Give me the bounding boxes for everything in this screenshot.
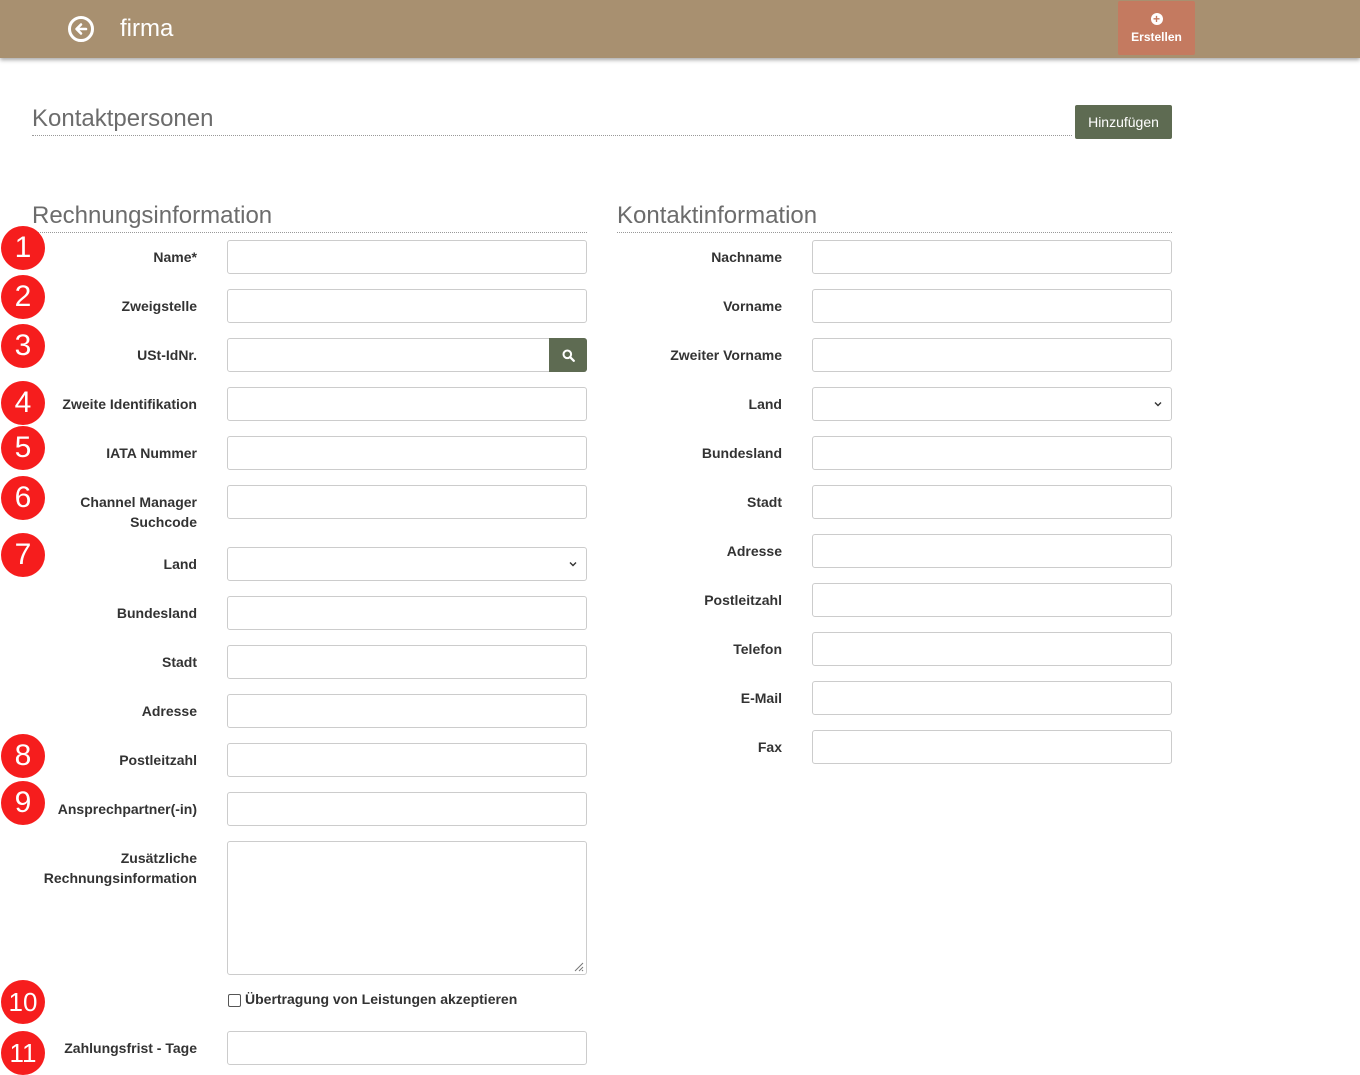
- annotation-marker: 3: [1, 324, 45, 368]
- middle-name-label: Zweiter Vorname: [670, 347, 782, 363]
- email-label: E-Mail: [740, 690, 782, 706]
- channel-manager-label-line1: Channel Manager: [80, 494, 197, 510]
- payment-terms-input[interactable]: [227, 1031, 587, 1065]
- billing-section-title: Rechnungsinformation: [32, 202, 587, 233]
- annotation-marker: 8: [1, 734, 45, 778]
- additional-info-textarea[interactable]: [227, 841, 587, 975]
- additional-info-label-line2: Rechnungsinformation: [43, 870, 197, 886]
- channel-manager-input[interactable]: [227, 485, 587, 519]
- second-id-input[interactable]: [227, 387, 587, 421]
- payment-terms-label: Zahlungsfrist - Tage: [64, 1040, 197, 1056]
- second-id-label: Zweite Identifikation: [62, 396, 197, 412]
- iata-label: IATA Nummer: [106, 445, 197, 461]
- contact-address-input[interactable]: [812, 534, 1172, 568]
- vat-id-label: USt-IdNr.: [137, 347, 197, 363]
- first-name-label: Vorname: [723, 298, 782, 314]
- annotation-marker: 6: [1, 476, 45, 520]
- top-bar: firma + Erstellen: [0, 0, 1360, 58]
- last-name-label: Nachname: [711, 249, 782, 265]
- search-icon: [562, 349, 575, 362]
- contact-person-input[interactable]: [227, 792, 587, 826]
- contact-zip-input[interactable]: [812, 583, 1172, 617]
- middle-name-input[interactable]: [812, 338, 1172, 372]
- billing-zip-label: Postleitzahl: [119, 752, 197, 768]
- billing-state-input[interactable]: [227, 596, 587, 630]
- create-button-label: Erstellen: [1131, 29, 1182, 44]
- billing-country-label: Land: [163, 556, 197, 572]
- billing-country-select[interactable]: [227, 547, 587, 581]
- contact-zip-label: Postleitzahl: [704, 592, 782, 608]
- contact-city-label: Stadt: [747, 494, 782, 510]
- plus-circle-icon: +: [1150, 12, 1163, 25]
- chevron-down-icon: [569, 562, 577, 567]
- annotation-marker: 7: [1, 533, 45, 577]
- channel-manager-label: Channel Manager Suchcode: [80, 492, 197, 532]
- first-name-input[interactable]: [812, 289, 1172, 323]
- phone-label: Telefon: [733, 641, 782, 657]
- name-input[interactable]: [227, 240, 587, 274]
- iata-input[interactable]: [227, 436, 587, 470]
- search-button[interactable]: [549, 338, 587, 372]
- chevron-down-icon: [1154, 402, 1162, 407]
- contact-country-select[interactable]: [812, 387, 1172, 421]
- annotation-marker: 5: [1, 426, 45, 470]
- additional-info-label: Zusätzliche Rechnungsinformation: [44, 848, 197, 888]
- create-button[interactable]: + Erstellen: [1118, 1, 1195, 55]
- annotation-marker: 4: [1, 381, 45, 425]
- billing-state-label: Bundesland: [116, 605, 197, 621]
- additional-info-label-line1: Zusätzliche: [120, 850, 197, 866]
- billing-address-label: Adresse: [141, 703, 197, 719]
- annotation-marker: 2: [1, 275, 45, 319]
- accept-transfer-label[interactable]: Übertragung von Leistungen akzeptieren: [245, 991, 517, 1007]
- contacts-section-title: Kontaktpersonen: [32, 105, 1072, 136]
- contact-city-input[interactable]: [812, 485, 1172, 519]
- page-title: firma: [120, 15, 174, 42]
- add-contact-button[interactable]: Hinzufügen: [1075, 105, 1172, 139]
- back-arrow-icon[interactable]: [68, 16, 94, 42]
- contact-person-label: Ansprechpartner(-in): [57, 801, 197, 817]
- contact-address-label: Adresse: [726, 543, 782, 559]
- fax-label: Fax: [757, 739, 782, 755]
- billing-city-label: Stadt: [162, 654, 197, 670]
- contact-country-label: Land: [748, 396, 782, 412]
- billing-address-input[interactable]: [227, 694, 587, 728]
- phone-input[interactable]: [812, 632, 1172, 666]
- annotation-marker: 9: [1, 781, 45, 825]
- contact-state-label: Bundesland: [701, 445, 782, 461]
- annotation-marker: 11: [1, 1031, 45, 1075]
- billing-city-input[interactable]: [227, 645, 587, 679]
- name-label: Name*: [153, 249, 197, 265]
- email-input[interactable]: [812, 681, 1172, 715]
- branch-input[interactable]: [227, 289, 587, 323]
- branch-label: Zweigstelle: [121, 298, 197, 314]
- fax-input[interactable]: [812, 730, 1172, 764]
- accept-transfer-checkbox[interactable]: [228, 994, 241, 1007]
- billing-zip-input[interactable]: [227, 743, 587, 777]
- annotation-marker: 10: [1, 980, 45, 1024]
- contact-info-section-title: Kontaktinformation: [617, 202, 1172, 233]
- last-name-input[interactable]: [812, 240, 1172, 274]
- vat-id-input[interactable]: [227, 338, 587, 372]
- channel-manager-label-line2: Suchcode: [130, 514, 197, 530]
- resize-grip-icon[interactable]: [572, 960, 584, 972]
- contact-state-input[interactable]: [812, 436, 1172, 470]
- annotation-marker: 1: [1, 226, 45, 270]
